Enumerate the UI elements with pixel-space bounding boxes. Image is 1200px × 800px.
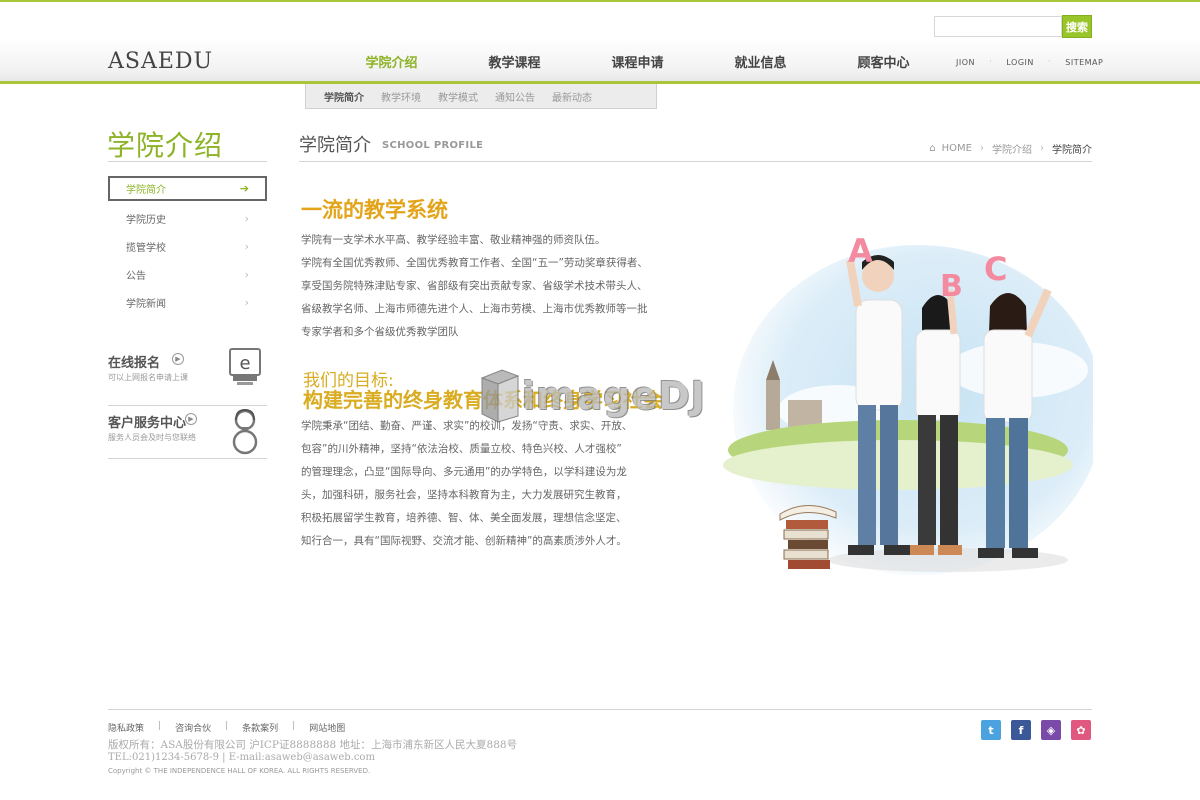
paragraph-line: 学院有全国优秀教师、全国优秀教育工作者、全国“五一”劳动奖章获得者、 <box>301 257 648 269</box>
sidebar-item-label: 学院历史 <box>126 214 166 226</box>
page-title: 学院简介 <box>299 135 371 156</box>
computer-icon: e <box>229 348 261 390</box>
social-links: t f ◈ ✿ <box>981 720 1101 740</box>
nav-item-about[interactable]: 学院介绍 <box>330 52 453 72</box>
shield-icon[interactable]: ◈ <box>1041 720 1061 740</box>
sidebar-item-history[interactable]: 学院历史 › <box>108 204 267 232</box>
divider <box>108 709 1092 710</box>
sub-nav-news[interactable]: 最新动态 <box>552 89 592 104</box>
paragraph-faculty: 学院有一支学术水平高、教学经验丰富、敬业精神强的师资队伍。 学院有全国优秀教师、… <box>301 229 648 344</box>
main-nav: 学院介绍 教学课程 课程申请 就业信息 顾客中心 <box>330 52 945 72</box>
divider <box>299 161 1092 162</box>
hero-image-students: A B C <box>718 210 1103 580</box>
paragraph-line: 的管理理念，凸显“国际导向、多元通用”的办学特色，以学科建设为龙 <box>301 466 627 478</box>
paragraph-line: 头，加强科研，服务社会，坚持本科教育为主，大力发展研究生教育， <box>301 489 627 501</box>
letter-b: B <box>940 269 963 304</box>
sidebar-item-label: 学院简介 <box>126 185 166 196</box>
watermark-text: imageDJ <box>522 374 706 418</box>
svg-text:e: e <box>239 353 250 374</box>
footer-company-info: 版权所有：ASA股份有限公司 沪ICP证8888888 地址：上海市浦东新区人民… <box>108 739 518 751</box>
page-subtitle: SCHOOL PROFILE <box>382 140 484 151</box>
paragraph-philosophy: 学院秉承“团结、勤奋、严谨、求实”的校训，发扬“守责、求实、开放、 包容”的川外… <box>301 415 632 553</box>
footer-link-terms[interactable]: 条款案列 <box>242 721 278 734</box>
sidebar-item-profile[interactable]: 学院简介 ➔ <box>108 176 267 201</box>
divider: | <box>225 721 229 731</box>
chevron-right-icon: › <box>1040 143 1044 154</box>
sidebar-item-news[interactable]: 学院新闻 › <box>108 288 267 316</box>
customer-service-desc: 服务人员会及时与您联络 <box>108 433 196 442</box>
pig-icon[interactable]: ✿ <box>1071 720 1091 740</box>
paragraph-line: 积极拓展留学生教育，培养德、智、体、美全面发展，理想信念坚定、 <box>301 512 627 524</box>
divider <box>108 161 267 162</box>
letter-a: A <box>848 232 873 270</box>
logo[interactable]: ASAEDU <box>108 49 213 74</box>
sidebar-item-label: 揽管学校 <box>126 242 166 254</box>
sidebar-menu: 学院简介 ➔ 学院历史 › 揽管学校 › 公告 › 学院新闻 › <box>108 176 267 316</box>
headset-person-icon <box>231 408 259 460</box>
arrow-circle-icon: ▶ <box>185 413 197 425</box>
divider: · <box>1047 57 1052 67</box>
paragraph-line: 知行合一，具有“国际视野、交流才能、创新精神”的高素质涉外人才。 <box>301 535 627 547</box>
footer-link-partners[interactable]: 咨询合伙 <box>175 721 211 734</box>
search-button[interactable]: 搜索 <box>1062 15 1092 38</box>
breadcrumb-home[interactable]: HOME <box>942 143 972 154</box>
sitemap-link[interactable]: SITEMAP <box>1065 58 1103 67</box>
divider: | <box>292 721 296 731</box>
search-input[interactable] <box>934 16 1062 37</box>
utility-nav: JION · LOGIN · SITEMAP <box>956 57 1103 67</box>
nav-item-customer[interactable]: 顾客中心 <box>822 52 945 72</box>
sub-nav-environment[interactable]: 教学环境 <box>381 89 421 104</box>
join-link[interactable]: JION <box>956 58 975 67</box>
paragraph-line: 省级教学名师、上海市师德先进个人、上海市劳模、上海市优秀教师等一批 <box>301 303 648 315</box>
paragraph-line: 学院有一支学术水平高、教学经验丰富、敬业精神强的师资队伍。 <box>301 234 606 246</box>
sidebar-item-label: 学院新闻 <box>126 298 166 310</box>
paragraph-line: 专家学者和多个省级优秀教学团队 <box>301 326 459 338</box>
chevron-right-icon: › <box>980 143 984 154</box>
login-link[interactable]: LOGIN <box>1006 58 1034 67</box>
letter-c: C <box>984 250 1007 288</box>
divider: · <box>989 57 993 67</box>
chevron-right-icon: › <box>244 267 249 281</box>
twitter-icon[interactable]: t <box>981 720 1001 740</box>
arrow-right-icon: ➔ <box>239 182 249 195</box>
nav-item-jobs[interactable]: 就业信息 <box>699 52 822 72</box>
sidebar-title: 学院介绍 <box>107 129 224 162</box>
footer-link-sitemap[interactable]: 网站地图 <box>309 721 345 734</box>
footer-link-privacy[interactable]: 隐私政策 <box>108 721 144 734</box>
online-apply-title: 在线报名 <box>108 356 161 371</box>
breadcrumb: ⌂ HOME › 学院介绍 › 学院简介 <box>929 141 1092 156</box>
cube-icon <box>480 369 520 423</box>
footer-links: 隐私政策 | 咨询合伙 | 条款案列 | 网站地图 <box>108 721 345 734</box>
customer-service-title: 客户服务中心 <box>108 416 187 431</box>
online-apply-box[interactable]: 在线报名 ▶ 可以上网报名申请上课 e <box>108 346 267 406</box>
arrow-circle-icon: ▶ <box>172 353 184 365</box>
watermark: imageDJ <box>478 368 706 424</box>
sub-nav: 学院简介 教学环境 教学模式 通知公告 最新动态 <box>305 84 657 109</box>
breadcrumb-section[interactable]: 学院介绍 <box>992 141 1032 156</box>
breadcrumb-current: 学院简介 <box>1052 145 1092 156</box>
customer-service-box[interactable]: 客户服务中心 ▶ 服务人员会及时与您联络 <box>108 406 267 459</box>
nav-item-courses[interactable]: 教学课程 <box>453 52 576 72</box>
sidebar-item-schools[interactable]: 揽管学校 › <box>108 232 267 260</box>
nav-item-apply[interactable]: 课程申请 <box>576 52 699 72</box>
home-icon: ⌂ <box>929 143 936 154</box>
chevron-right-icon: › <box>244 239 249 253</box>
sidebar-item-notices[interactable]: 公告 › <box>108 260 267 288</box>
facebook-icon[interactable]: f <box>1011 720 1031 740</box>
paragraph-line: 享受国务院特殊津贴专家、省部级有突出贡献专家、省级学术技术带头人、 <box>301 280 648 292</box>
sub-nav-notices[interactable]: 通知公告 <box>495 89 535 104</box>
sidebar-item-label: 公告 <box>126 270 146 282</box>
section-heading-teaching-system: 一流的教学系统 <box>301 198 448 222</box>
footer-copyright: Copyright © THE INDEPENDENCE HALL OF KOR… <box>108 767 371 775</box>
sub-nav-profile[interactable]: 学院简介 <box>324 89 364 104</box>
footer-contact-info: TEL:021)1234-5678-9 | E-mail:asaweb@asaw… <box>108 752 375 763</box>
paragraph-line: 包容”的川外精神，坚持“依法治校、质量立校、特色兴校、人才强校” <box>301 443 622 455</box>
online-apply-desc: 可以上网报名申请上课 <box>108 373 188 382</box>
chevron-right-icon: › <box>244 295 249 309</box>
sub-nav-teaching-mode[interactable]: 教学模式 <box>438 89 478 104</box>
divider: | <box>158 721 162 731</box>
chevron-right-icon: › <box>244 211 249 225</box>
